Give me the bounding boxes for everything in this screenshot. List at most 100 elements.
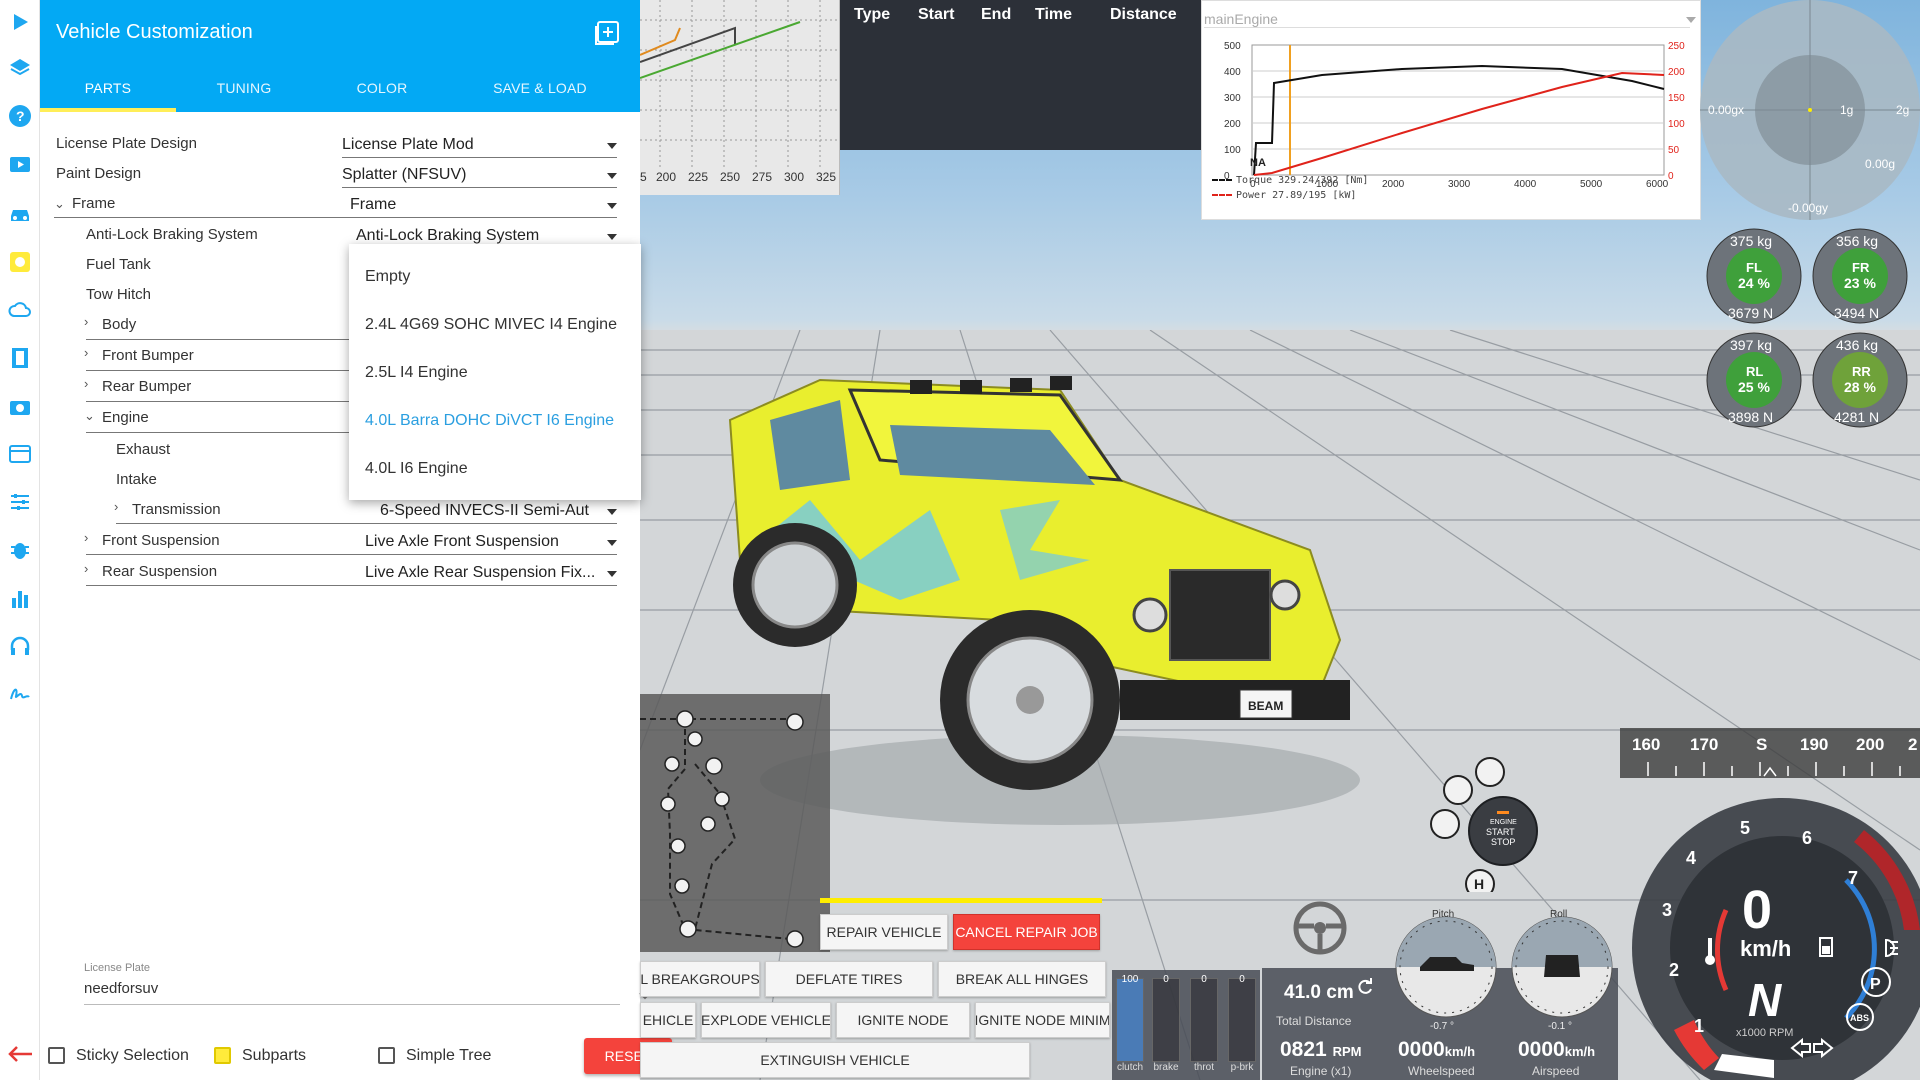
part-select-abs[interactable]: Anti-Lock Braking System: [356, 227, 576, 245]
camera-icon[interactable]: [4, 390, 36, 422]
dropdown-arrow-icon[interactable]: [607, 509, 617, 515]
dropdown-arrow-icon[interactable]: [607, 143, 617, 149]
clutch-fill: [1117, 979, 1143, 1061]
chevron-right-icon[interactable]: ›: [84, 345, 88, 360]
g1-label: 1g: [1840, 103, 1853, 117]
sticky-selection-checkbox[interactable]: [48, 1047, 65, 1064]
part-select-front-suspension[interactable]: Live Axle Front Suspension: [365, 533, 595, 551]
back-arrow-icon[interactable]: [6, 1044, 34, 1064]
license-plate-input[interactable]: needforsuv: [84, 980, 158, 997]
part-label-license-plate-design: License Plate Design: [56, 135, 197, 152]
airspeed-unit: km/h: [1564, 1044, 1596, 1059]
part-label-exhaust: Exhaust: [116, 441, 171, 458]
parts-icon[interactable]: [4, 246, 36, 278]
dropdown-arrow-icon[interactable]: [607, 540, 617, 546]
repair-vehicle-button[interactable]: REPAIR VEHICLE: [820, 914, 948, 950]
power-axis-tick: 200: [1668, 67, 1685, 78]
throttle-label: throt: [1193, 1062, 1214, 1073]
cloud-icon[interactable]: [4, 294, 36, 326]
tire-force: 3679 N: [1728, 305, 1773, 321]
dropdown-arrow-icon[interactable]: [1686, 17, 1696, 23]
dropdown-arrow-icon[interactable]: [607, 571, 617, 577]
pitch-gauge: Pitch -0.7 °: [1395, 909, 1497, 1030]
right-axis-ticks: 250 200 150 100 50 0: [1668, 41, 1685, 182]
tab-parts[interactable]: PARTS: [40, 80, 176, 96]
bug-icon[interactable]: [4, 534, 36, 566]
subparts-label: Subparts: [242, 1047, 307, 1064]
tire-load-pct: 24 %: [1738, 275, 1770, 291]
dropdown-option[interactable]: Empty: [365, 268, 410, 286]
breakgroups-button[interactable]: L BREAKGROUPS: [640, 961, 760, 997]
explode-vehicle-button[interactable]: EXPLODE VEHICLE: [701, 1002, 831, 1038]
dropdown-arrow-icon[interactable]: [607, 234, 617, 240]
chevron-right-icon[interactable]: ›: [114, 499, 118, 514]
dropdown-option[interactable]: 4.0L I6 Engine: [365, 460, 468, 478]
speed-graph-window[interactable]: 5 200 225 250 275 300 325: [639, 0, 840, 195]
column-header-end: End: [981, 6, 1012, 23]
chevron-down-icon[interactable]: ⌄: [84, 408, 95, 424]
sliders-icon[interactable]: [4, 486, 36, 518]
x-tick: 300: [784, 170, 805, 184]
row-divider: [116, 523, 617, 524]
part-select-frame[interactable]: Frame: [350, 196, 580, 214]
start-label: START: [1486, 827, 1515, 837]
tire-mass: 397 kg: [1730, 337, 1772, 353]
part-label-frame: Frame: [72, 195, 116, 212]
deflate-tires-button[interactable]: DEFLATE TIRES: [765, 961, 933, 997]
subparts-checkbox[interactable]: [214, 1047, 231, 1064]
vehicle-button[interactable]: EHICLE: [640, 1002, 696, 1038]
airspeed-value: 0000km/h: [1518, 1038, 1595, 1062]
chevron-down-icon[interactable]: ⌄: [54, 196, 65, 212]
rpm-tick: 1: [1694, 1016, 1704, 1036]
dropdown-option[interactable]: 2.4L 4G69 SOHC MIVEC I4 Engine: [365, 316, 617, 334]
engine-debug-chart[interactable]: mainEngine 500 400 300 200 100 0 250 200 150 100…: [1201, 0, 1701, 220]
chart-icon[interactable]: [4, 582, 36, 614]
add-window-icon[interactable]: [594, 20, 620, 46]
tab-color[interactable]: COLOR: [312, 80, 452, 96]
simple-tree-checkbox[interactable]: [378, 1047, 395, 1064]
tab-save-load[interactable]: SAVE & LOAD: [452, 80, 628, 96]
part-label-engine: Engine: [102, 409, 149, 426]
signature-icon[interactable]: [4, 678, 36, 710]
chevron-right-icon[interactable]: ›: [84, 376, 88, 391]
torque-axis-tick: 400: [1224, 67, 1241, 78]
reset-distance-icon[interactable]: [1356, 978, 1374, 996]
headphones-icon[interactable]: [4, 630, 36, 662]
dropdown-arrow-icon[interactable]: [607, 203, 617, 209]
engine-rpm-number: 0821: [1280, 1038, 1327, 1061]
part-select-paint-design[interactable]: Splatter (NFSUV): [342, 166, 582, 184]
dropdown-option[interactable]: 2.5L I4 Engine: [365, 364, 468, 382]
ignite-node-minimal-button[interactable]: IGNITE NODE MINIM: [975, 1002, 1110, 1038]
help-icon[interactable]: ?: [4, 100, 36, 132]
row-divider: [86, 339, 386, 340]
chevron-right-icon[interactable]: ›: [84, 530, 88, 545]
film-icon[interactable]: [4, 342, 36, 374]
chevron-right-icon[interactable]: ›: [84, 561, 88, 576]
part-select-transmission[interactable]: 6-Speed INVECS-II Semi-Aut...: [380, 502, 590, 520]
engine-select[interactable]: mainEngine: [1204, 11, 1690, 28]
roll-gauge: Roll -0.1 °: [1511, 909, 1613, 1030]
window-icon[interactable]: [4, 438, 36, 470]
dropdown-arrow-icon[interactable]: [607, 173, 617, 179]
ignite-node-button[interactable]: IGNITE NODE: [836, 1002, 970, 1038]
play-icon[interactable]: [4, 6, 36, 38]
beam-node-map[interactable]: [640, 694, 830, 952]
engine-start-stop-button[interactable]: ENGINE START STOP: [1468, 796, 1538, 866]
part-label-front-suspension: Front Suspension: [102, 532, 220, 549]
dropdown-option-selected[interactable]: 4.0L Barra DOHC DiVCT I6 Engine: [365, 412, 614, 430]
part-select-rear-suspension[interactable]: Live Axle Rear Suspension Fix...: [365, 564, 595, 582]
part-select-license-plate-design[interactable]: License Plate Mod: [342, 136, 582, 154]
extinguish-vehicle-button[interactable]: EXTINGUISH VEHICLE: [640, 1042, 1030, 1078]
video-icon[interactable]: [4, 148, 36, 180]
row-divider: [86, 432, 386, 433]
break-all-hinges-button[interactable]: BREAK ALL HINGES: [938, 961, 1106, 997]
compass-heading-south: S: [1756, 735, 1768, 754]
chevron-right-icon[interactable]: ›: [84, 314, 88, 329]
car-icon[interactable]: [4, 198, 36, 230]
engine-rpm-value: 0821 RPM: [1280, 1038, 1361, 1062]
tire-rl-readout: 397 kg RL 25 % 3898 N: [1706, 332, 1802, 428]
layers-icon[interactable]: [4, 52, 36, 84]
cancel-repair-button[interactable]: CANCEL REPAIR JOB: [953, 914, 1100, 950]
power-axis-tick: 100: [1668, 119, 1685, 130]
tab-tuning[interactable]: TUNING: [176, 80, 312, 96]
